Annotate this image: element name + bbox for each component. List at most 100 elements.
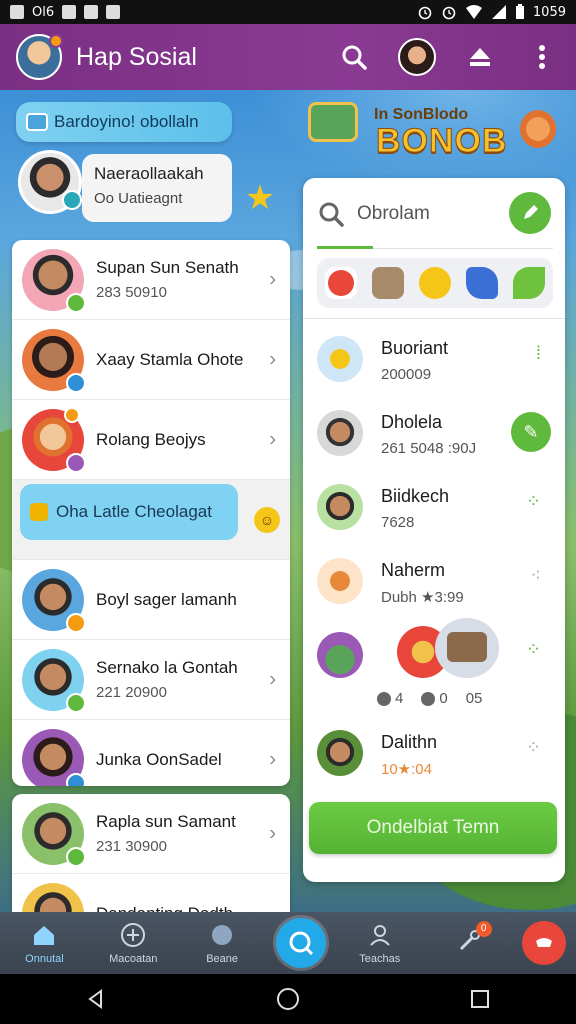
back-button[interactable] [76,979,116,1019]
sticker-rocket[interactable] [466,267,499,299]
recents-square-icon [471,990,489,1008]
like-icon [421,692,436,707]
friend-meta: Dubh ★3:99 [381,589,464,606]
profile-card-subtitle: Oo Uatieagnt [94,190,183,207]
gallery-icon [10,5,24,19]
nav-home-label: Onnutal [25,953,64,965]
top-chip[interactable]: Bardoyino! obollaln [16,102,232,142]
reaction-replies[interactable]: 4 [377,690,403,707]
sticker-character[interactable] [324,267,357,299]
friend-row[interactable]: Biidkech 7628 ⁘ [317,476,553,536]
profile-card-name: Naeraollaakah [94,164,204,183]
contact-row[interactable]: Xaay Stamla Ohote › [12,320,290,400]
eject-icon [470,48,490,66]
user-avatar[interactable] [16,34,63,80]
home-circle-icon [277,988,299,1010]
friend-row[interactable]: Dalithn 10★:04 ⁘ [317,722,553,782]
status-left: Ol6 [10,4,121,20]
compose-button[interactable] [509,192,551,234]
selected-pill[interactable]: Oha Latle Cheolagat [20,484,238,540]
plus-circle-icon [121,923,146,947]
sticker-row [317,258,553,308]
chat-search-icon [289,931,314,956]
media-row[interactable]: ⁘ [317,618,553,684]
smiley-icon[interactable]: ☺ [254,506,280,533]
profile-avatar-button[interactable] [398,38,436,76]
friend-avatar [317,632,363,678]
contact-name: Boyl sager lamanh [96,589,237,609]
search-button[interactable] [336,39,372,75]
contact-list: Supan Sun Senath 283 50910 › Xaay Stamla… [12,240,290,786]
sticker-leaf[interactable] [513,267,546,299]
friend-avatar [317,410,363,456]
drag-handle-icon[interactable]: ⁘ [526,738,543,756]
alarm-icon [418,6,432,20]
chevron-right-icon: › [269,822,276,844]
friend-row[interactable]: Buoriant 200009 ⁞ [317,328,553,388]
contact-row[interactable]: Rolang Beojys › [12,400,290,480]
status-left-text: Ol6 [32,4,55,20]
friend-row[interactable]: Dholela 261 5048 :90J ✎ [317,402,553,462]
friend-meta: 200009 [381,366,432,383]
sticker-banana[interactable] [418,267,451,299]
nav-tools[interactable]: 0 [434,921,504,959]
status-time: 1059 [532,4,566,20]
bonus-banner[interactable]: In SonBlodo BONOB [302,96,564,172]
contact-text: Supan Sun Senath 283 50910 [96,258,239,301]
contact-name: Xaay Stamla Ohote [96,349,244,369]
chevron-right-icon: › [269,268,276,290]
friend-name: Dalithn [381,732,438,752]
contact-row[interactable]: Supan Sun Senath 283 50910 › [12,240,290,320]
contact-name: Supan Sun Senath [96,258,239,277]
game-board-icon [308,102,358,142]
drag-handle-icon[interactable]: ⁘ [526,640,543,658]
drag-handle-icon[interactable]: ⁖ [530,566,543,584]
chevron-right-icon: › [269,348,276,370]
contact-row[interactable]: Rapla sun Samant 231 30900 › [12,794,290,874]
reaction-likes[interactable]: 0 [421,690,448,707]
drag-handle-icon[interactable]: ⁘ [526,492,543,510]
shared-media-preview[interactable] [435,618,499,678]
profile-card-bubble: Naeraollaakah Oo Uatieagnt [82,154,232,222]
contact-row[interactable]: Sernako la Gontah 221 20900 › [12,640,290,720]
contact-list-more: Rapla sun Samant 231 30900 › Dandanting … [12,794,290,924]
create-team-button[interactable]: Ondelbiat Temn [309,802,557,854]
profile-card[interactable]: Naeraollaakah Oo Uatieagnt [18,150,234,222]
nav-chat-fab[interactable] [275,918,326,968]
friend-name: Naherm [381,560,446,580]
nav-add[interactable]: Macoatan [98,921,168,965]
wifi-icon [465,5,482,19]
notification-dot [49,34,63,48]
reaction-shares[interactable]: 05 [466,690,483,707]
contact-row[interactable]: Junka OonSadel › [12,720,290,786]
nav-game[interactable]: Beane [187,921,257,965]
recents-button[interactable] [460,979,500,1019]
bonus-title: BONOB [376,122,508,161]
contact-avatar [22,406,86,473]
contact-avatar [22,802,86,867]
friend-meta: 7628 [381,514,415,531]
status-badge [66,846,86,867]
contact-avatar [22,328,86,393]
search-icon [319,202,344,227]
contact-row[interactable]: Boyl sager lamanh [12,560,290,640]
chat-icon [26,113,48,131]
drag-handle-icon[interactable]: ⁞ [536,344,543,362]
more-menu-button[interactable] [524,39,560,75]
chevron-right-icon: › [269,668,276,690]
start-chat-button[interactable]: ✎ [511,412,551,452]
notification-icon-3 [106,5,121,19]
contact-meta: 283 50910 [96,284,167,301]
upload-button[interactable] [462,39,498,75]
search-input[interactable] [357,203,497,225]
friend-name: Dholela [381,412,443,432]
nav-home[interactable]: Onnutal [9,921,79,965]
home-button[interactable] [268,979,308,1019]
sticker-monster[interactable] [371,267,404,299]
friend-row[interactable]: Naherm Dubh ★3:99 ⁖ [317,550,553,610]
contact-row-selected[interactable]: Oha Latle Cheolagat ☺ [12,480,290,560]
nav-red-action[interactable] [522,921,567,965]
nav-profile[interactable]: Teachas [345,921,415,965]
game-icon [212,925,233,945]
contact-meta: 221 20900 [96,684,167,701]
